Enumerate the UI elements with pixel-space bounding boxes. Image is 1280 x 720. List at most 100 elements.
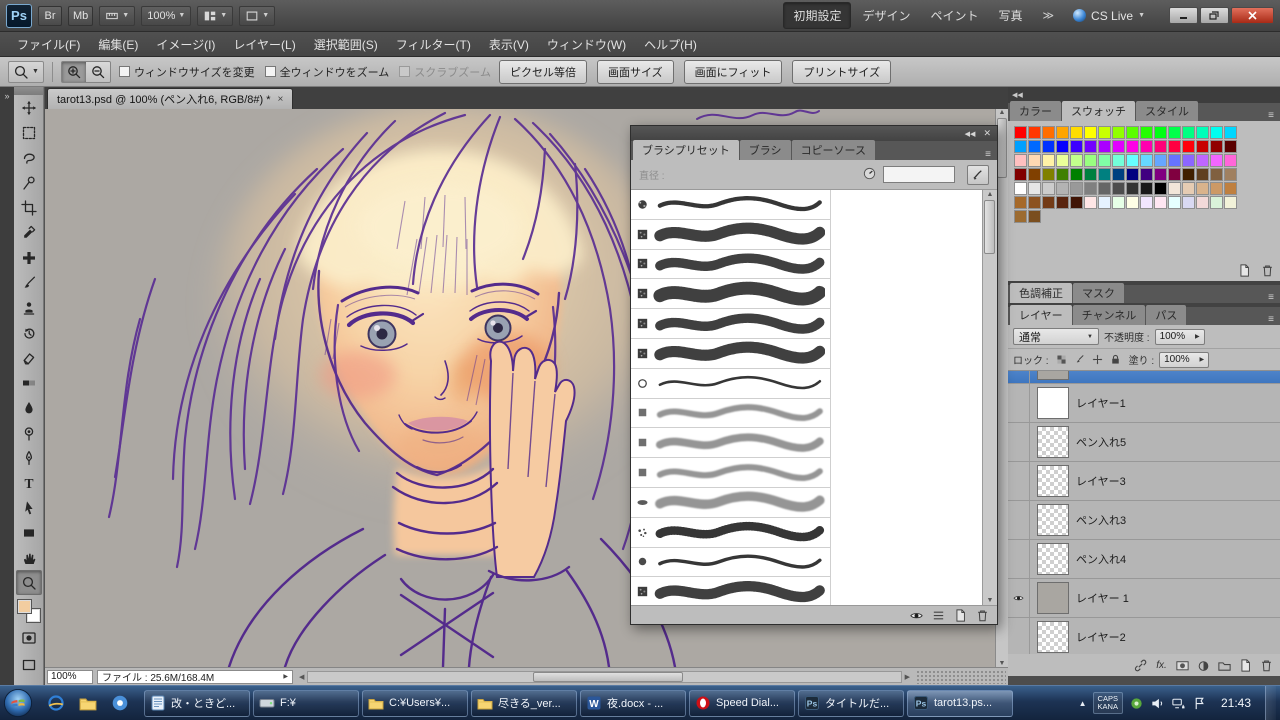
quick-launch-folderwin[interactable] bbox=[74, 690, 102, 716]
menu-item-9[interactable]: ヘルプ(H) bbox=[635, 32, 706, 57]
swatch[interactable] bbox=[1042, 154, 1055, 167]
screen-mode-toggle[interactable] bbox=[16, 652, 42, 677]
scroll-right-icon[interactable]: ▶ bbox=[903, 673, 912, 681]
gradient-tool[interactable] bbox=[16, 370, 42, 395]
layers-group-tab[interactable]: レイヤー bbox=[1010, 305, 1072, 325]
swatch[interactable] bbox=[1196, 196, 1209, 209]
swatch[interactable] bbox=[1084, 140, 1097, 153]
swatch[interactable] bbox=[1014, 154, 1027, 167]
swatch[interactable] bbox=[1056, 196, 1069, 209]
swatch[interactable] bbox=[1098, 126, 1111, 139]
zoom-level-dropdown[interactable]: 100% ▼ bbox=[141, 5, 192, 26]
swatch[interactable] bbox=[1126, 154, 1139, 167]
zoom-tool[interactable] bbox=[15, 570, 42, 595]
menu-item-1[interactable]: ファイル(F) bbox=[8, 32, 89, 57]
diameter-dial[interactable] bbox=[862, 166, 877, 184]
swatch[interactable] bbox=[1112, 168, 1125, 181]
pen-tool[interactable] bbox=[16, 445, 42, 470]
swatch[interactable] bbox=[1224, 140, 1237, 153]
stamp-tool[interactable] bbox=[16, 295, 42, 320]
swatch[interactable] bbox=[1154, 168, 1167, 181]
start-button[interactable] bbox=[0, 686, 36, 720]
workspace-4[interactable]: 写真 bbox=[990, 3, 1032, 28]
new-swatch-button[interactable] bbox=[1236, 262, 1253, 278]
blur-tool[interactable] bbox=[16, 395, 42, 420]
menu-item-5[interactable]: 選択範囲(S) bbox=[305, 32, 387, 57]
taskbar-button[interactable]: 改・ときど... bbox=[144, 689, 250, 717]
layer-style-button[interactable]: fx. bbox=[1153, 657, 1170, 673]
cs-live-button[interactable]: CS Live ▼ bbox=[1065, 7, 1153, 25]
scroll-thumb[interactable] bbox=[984, 200, 995, 254]
opacity-input[interactable]: 100% ▶ bbox=[1154, 328, 1205, 345]
quick-launch-ie[interactable] bbox=[42, 690, 70, 716]
panel-menu-icon[interactable]: ≡ bbox=[1264, 292, 1278, 303]
mini-bridge-button[interactable]: Mb bbox=[68, 5, 94, 26]
delete-swatch-button[interactable] bbox=[1259, 262, 1276, 278]
resize-grip[interactable] bbox=[916, 669, 1006, 684]
status-info-menu-icon[interactable]: ▶ bbox=[283, 673, 288, 680]
swatch[interactable] bbox=[1140, 154, 1153, 167]
layer-visibility-toggle[interactable] bbox=[1008, 371, 1030, 383]
lock-pixels-button[interactable] bbox=[1072, 352, 1088, 368]
ime-indicator[interactable]: CAPS KANA bbox=[1092, 692, 1123, 714]
fill-input[interactable]: 100% ▶ bbox=[1159, 351, 1210, 368]
swatch[interactable] bbox=[1126, 168, 1139, 181]
swatch[interactable] bbox=[1070, 182, 1083, 195]
layer-visibility-toggle[interactable] bbox=[1008, 540, 1030, 578]
swatch[interactable] bbox=[1028, 196, 1041, 209]
swatch[interactable] bbox=[1210, 126, 1223, 139]
brush-preset-row[interactable] bbox=[631, 547, 831, 578]
ps-logo[interactable]: Ps bbox=[6, 3, 32, 28]
layer-visibility-toggle[interactable] bbox=[1008, 423, 1030, 461]
swatch[interactable] bbox=[1168, 182, 1181, 195]
layers-group-tab[interactable]: パス bbox=[1146, 305, 1187, 325]
layer-visibility-toggle[interactable] bbox=[1008, 618, 1030, 654]
adjustment-layer-button[interactable] bbox=[1195, 657, 1212, 673]
taskbar-button[interactable]: Ps tarot13.ps... bbox=[907, 689, 1013, 717]
swatch[interactable] bbox=[1056, 140, 1069, 153]
swatch[interactable] bbox=[1196, 182, 1209, 195]
zoom-action-button-3[interactable]: 画面にフィット bbox=[683, 59, 783, 84]
quick-mask-button[interactable] bbox=[16, 625, 42, 650]
layer-visibility-toggle[interactable] bbox=[1008, 384, 1030, 422]
blend-mode-select[interactable]: 通常 ▼ bbox=[1013, 328, 1099, 345]
swatch[interactable] bbox=[1042, 168, 1055, 181]
swatch[interactable] bbox=[1224, 182, 1237, 195]
hand-tool[interactable] bbox=[16, 545, 42, 570]
eraser-tool[interactable] bbox=[16, 345, 42, 370]
brush-preset-row[interactable] bbox=[631, 368, 831, 399]
zoom-option-checkbox-1[interactable]: ウィンドウサイズを変更 bbox=[118, 64, 255, 80]
history-tool[interactable] bbox=[16, 320, 42, 345]
swatch[interactable] bbox=[1196, 168, 1209, 181]
menu-item-2[interactable]: 編集(E) bbox=[89, 32, 147, 57]
layer-thumbnail[interactable] bbox=[1037, 465, 1069, 497]
swatch[interactable] bbox=[1084, 182, 1097, 195]
swatch[interactable] bbox=[1210, 168, 1223, 181]
new-brush-button[interactable] bbox=[952, 607, 969, 623]
dodge-tool[interactable] bbox=[16, 420, 42, 445]
swatch[interactable] bbox=[1210, 140, 1223, 153]
swatch[interactable] bbox=[1112, 182, 1125, 195]
menu-item-6[interactable]: フィルター(T) bbox=[387, 32, 480, 57]
tray-expand-icon[interactable]: ▲ bbox=[1079, 699, 1087, 708]
brush-preset-row[interactable] bbox=[631, 219, 831, 250]
lock-transparency-button[interactable] bbox=[1054, 352, 1070, 368]
swatch[interactable] bbox=[1070, 196, 1083, 209]
layer-row[interactable]: ペン入れ3 bbox=[1008, 501, 1280, 540]
layer-link-button[interactable] bbox=[1132, 657, 1149, 673]
layer-thumbnail[interactable] bbox=[1037, 504, 1069, 536]
zoom-action-button-2[interactable]: 画面サイズ bbox=[596, 59, 674, 84]
workspace-overflow-button[interactable]: ≫ bbox=[1038, 9, 1060, 22]
swatch[interactable] bbox=[1210, 154, 1223, 167]
layer-thumbnail[interactable] bbox=[1037, 621, 1069, 653]
path-select-tool[interactable] bbox=[16, 495, 42, 520]
swatch[interactable] bbox=[1098, 168, 1111, 181]
panel-collapse-icon[interactable]: ◀◀ bbox=[965, 130, 976, 138]
swatch[interactable] bbox=[1182, 154, 1195, 167]
swatch[interactable] bbox=[1112, 126, 1125, 139]
scroll-up-icon[interactable]: ▲ bbox=[987, 191, 994, 198]
document-tab[interactable]: tarot13.psd @ 100% (ペン入れ6, RGB/8#) * × bbox=[47, 88, 294, 109]
healing-tool[interactable] bbox=[16, 245, 42, 270]
panel-menu-icon[interactable]: ≡ bbox=[1264, 110, 1278, 121]
brush-preset-row[interactable] bbox=[631, 309, 831, 339]
